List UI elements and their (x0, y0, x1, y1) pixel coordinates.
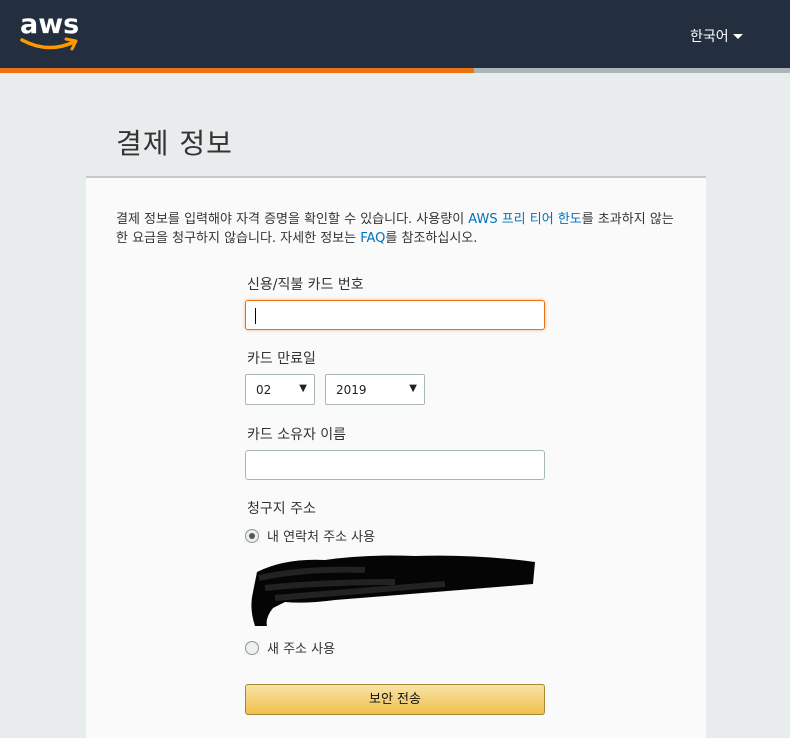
radio-new-address-label: 새 주소 사용 (267, 642, 336, 657)
billing-address-label: 청구지 주소 (247, 501, 316, 517)
progress-fill (0, 68, 474, 73)
faq-link[interactable]: FAQ (360, 231, 385, 246)
free-tier-link[interactable]: AWS 프리 티어 한도 (468, 212, 581, 227)
intro-text: 결제 정보를 입력해야 자격 증명을 확인할 수 있습니다. 사용량이 AWS … (116, 210, 686, 248)
dropdown-arrow-icon: ▼ (299, 383, 307, 394)
expiry-label: 카드 만료일 (247, 351, 316, 367)
radio-button-unchecked[interactable] (245, 640, 259, 655)
aws-logo[interactable]: aws (20, 10, 82, 58)
intro-text-part: 를 참조하십시오. (385, 231, 478, 246)
expiry-month-value: 02 (256, 383, 272, 397)
card-number-label: 신용/직불 카드 번호 (247, 277, 364, 293)
secure-submit-button[interactable]: 보안 전송 (245, 684, 545, 715)
intro-text-part: 결제 정보를 입력해야 자격 증명을 확인할 수 있습니다. 사용량이 (116, 212, 469, 227)
signup-progress-bar (0, 68, 790, 73)
top-bar: aws 한국어 (0, 0, 790, 68)
expiry-month-select[interactable]: 02 ▼ (245, 374, 315, 405)
card-holder-label: 카드 소유자 이름 (247, 427, 347, 443)
expiry-year-value: 2019 (336, 383, 367, 397)
language-selector[interactable]: 한국어 (690, 26, 743, 46)
radio-new-address[interactable]: 새 주소 사용 (245, 638, 335, 657)
caret-down-icon (732, 34, 743, 39)
text-cursor (255, 308, 256, 324)
redacted-address-scribble (251, 555, 535, 626)
language-label: 한국어 (690, 29, 729, 45)
radio-button-checked[interactable] (245, 528, 259, 543)
page-title: 결제 정보 (116, 127, 233, 160)
dropdown-arrow-icon: ▼ (409, 383, 417, 394)
card-number-input[interactable] (245, 300, 545, 330)
radio-existing-address[interactable]: 내 연락처 주소 사용 (245, 526, 375, 545)
card-holder-input[interactable] (245, 450, 545, 480)
smile-arrow-icon (20, 37, 78, 51)
expiry-year-select[interactable]: 2019 ▼ (325, 374, 425, 405)
payment-panel: 결제 정보를 입력해야 자격 증명을 확인할 수 있습니다. 사용량이 AWS … (86, 176, 706, 738)
radio-existing-address-label: 내 연락처 주소 사용 (267, 530, 376, 545)
